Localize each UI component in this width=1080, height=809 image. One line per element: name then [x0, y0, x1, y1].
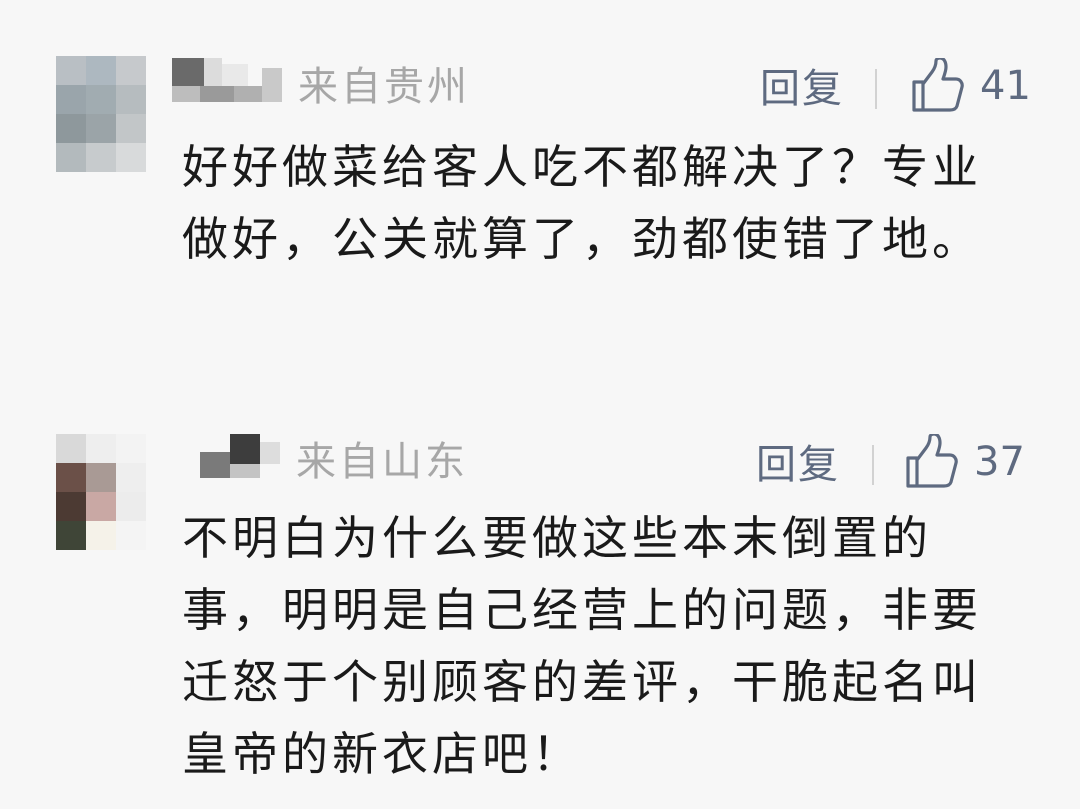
avatar-pixel: [56, 114, 86, 143]
like-count: 41: [980, 63, 1031, 109]
comment-text: 好好做菜给客人吃不都解决了？专业做好，公关就算了，劲都使错了地。: [182, 140, 982, 266]
avatar-pixel: [86, 434, 116, 463]
avatar-pixel: [116, 434, 146, 463]
comment-item: 来自贵州 回复 41 好好做菜给客人吃不都解决了？专业做好，公关就算了，劲都使错…: [0, 0, 1080, 400]
username-pixelated: [200, 434, 280, 484]
avatar-pixel: [86, 492, 116, 521]
avatar-pixel: [116, 521, 146, 550]
avatar-pixel: [56, 85, 86, 114]
divider: [872, 445, 874, 485]
avatar-pixel: [86, 56, 116, 85]
thumbs-up-icon: [910, 58, 964, 114]
avatar-pixel: [56, 143, 86, 172]
avatar-pixel: [56, 492, 86, 521]
divider: [875, 69, 877, 109]
avatar-pixel: [116, 492, 146, 521]
location-label: 来自贵州: [298, 64, 470, 110]
avatar[interactable]: [56, 434, 146, 550]
reply-button[interactable]: 回复: [756, 440, 840, 490]
comment-item: 来自山东 回复 37 不明白为什么要做这些本末倒置的事，明明是自己经营上的问题，…: [0, 400, 1080, 809]
avatar-pixel: [116, 143, 146, 172]
avatar-pixel: [86, 143, 116, 172]
avatar-pixel: [86, 521, 116, 550]
avatar-pixel: [86, 114, 116, 143]
avatar[interactable]: [56, 56, 146, 172]
avatar-pixel: [56, 521, 86, 550]
avatar-pixel: [116, 56, 146, 85]
avatar-pixel: [116, 463, 146, 492]
avatar-pixel: [56, 463, 86, 492]
like-button[interactable]: 37: [904, 434, 1025, 490]
avatar-pixel: [86, 85, 116, 114]
avatar-pixel: [86, 463, 116, 492]
username-pixelated: [172, 58, 282, 108]
comment-text: 不明白为什么要做这些本末倒置的事，明明是自己经营上的问题，非要迁怒于个别顾客的差…: [182, 511, 982, 781]
avatar-pixel: [116, 85, 146, 114]
location-label: 来自山东: [296, 439, 468, 485]
thumbs-up-icon: [904, 434, 958, 490]
avatar-pixel: [56, 56, 86, 85]
avatar-pixel: [56, 434, 86, 463]
like-button[interactable]: 41: [910, 58, 1031, 114]
avatar-pixel: [116, 114, 146, 143]
reply-button[interactable]: 回复: [760, 64, 844, 114]
like-count: 37: [974, 439, 1025, 485]
